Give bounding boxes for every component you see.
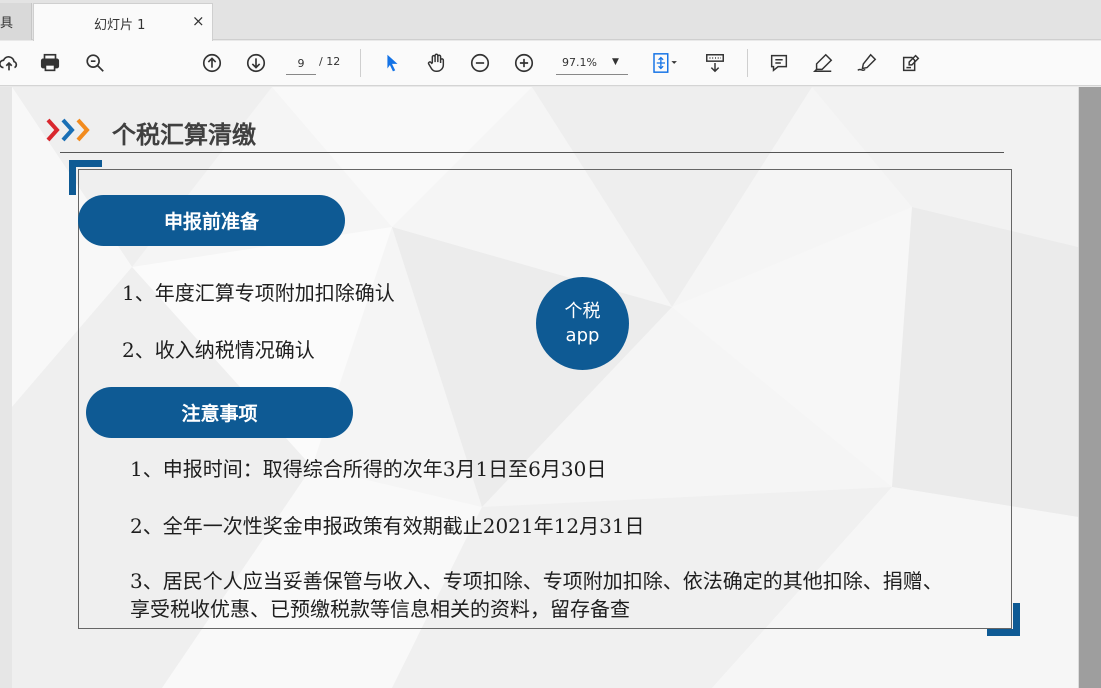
zoom-level-select[interactable]: 97.1% ▼ [556,53,628,75]
print-icon[interactable] [37,50,63,76]
toolbar-divider [747,49,748,77]
tab-bar: 具 幻灯片 1 × [0,0,1101,41]
tab-document[interactable]: 幻灯片 1 × [33,3,213,41]
section-label-preparation: 申报前准备 [78,195,345,246]
chevron-down-icon: ▼ [612,57,619,67]
previous-page-icon[interactable] [199,50,225,76]
tab-tools-partial[interactable]: 具 [0,3,32,40]
list-item: 1、年度汇算专项附加扣除确认 [122,281,395,305]
corner-accent [987,603,1020,636]
toolbar: / 12 97.1% ▼ [0,41,1101,86]
list-item: 1、申报时间：取得综合所得的次年3月1日至6月30日 [130,457,607,481]
pdf-viewer-window: 具 幻灯片 1 × / 12 [0,0,1101,688]
comment-icon[interactable] [766,50,792,76]
list-item: 2、全年一次性奖金申报政策有效期截止2021年12月31日 [130,514,645,538]
tax-app-badge: 个税 app [536,277,629,370]
list-item: 3、居民个人应当妥善保管与收入、专项扣除、专项附加扣除、依法确定的其他扣除、捐赠… [130,569,943,621]
slide-page: 个税汇算清缴 申报前准备 1、年度汇算专项附加扣除确认 2、收入纳税情况确认 个… [12,87,1078,688]
vertical-scrollbar[interactable] [1079,87,1101,688]
zoom-out-icon[interactable] [467,50,493,76]
tax-app-badge-line2: app [565,324,600,346]
document-viewport[interactable]: 个税汇算清缴 申报前准备 1、年度汇算专项附加扣除确认 2、收入纳税情况确认 个… [0,87,1101,688]
zoom-in-icon[interactable] [511,50,537,76]
upload-cloud-icon[interactable] [0,50,22,76]
fill-sign-icon[interactable] [898,50,924,76]
toolbar-divider [360,49,361,77]
list-item: 2、收入纳税情况确认 [122,338,315,362]
zoom-level-value: 97.1% [562,56,597,69]
highlight-pen-icon[interactable] [810,50,836,76]
section-label-notes: 注意事项 [86,387,353,438]
next-page-icon[interactable] [243,50,269,76]
select-cursor-icon[interactable] [379,50,405,76]
title-chevrons-icon [46,118,90,142]
slide-title: 个税汇算清缴 [112,121,256,149]
viewport-margin [0,87,12,688]
title-underline [60,152,1004,153]
scroll-mode-icon[interactable] [702,50,728,76]
tab-document-title: 幻灯片 1 [94,18,146,33]
draw-freehand-icon[interactable] [854,50,880,76]
page-total-label: / 12 [319,55,341,68]
page-number-input[interactable] [286,53,316,75]
tax-app-badge-line1: 个税 [564,300,601,322]
fit-page-icon[interactable] [647,50,683,76]
zoom-search-icon[interactable] [82,50,108,76]
hand-tool-icon[interactable] [423,50,449,76]
tab-close-icon[interactable]: × [192,12,205,30]
